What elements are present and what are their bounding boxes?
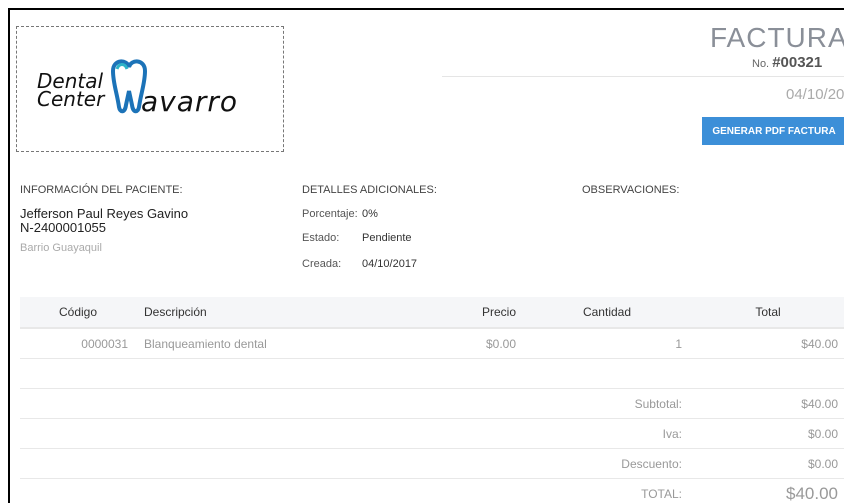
logo-text-center: Center [37, 87, 105, 111]
column-header-code: Código [20, 297, 136, 329]
total-value: $40.00 [786, 483, 838, 503]
observations-heading: OBSERVACIONES: [582, 184, 680, 196]
status-label: Estado: [302, 232, 340, 244]
invoice-number-prefix: No. [752, 58, 770, 70]
logo-container: Dental Center avarro [16, 26, 284, 152]
generate-pdf-button[interactable]: GENERAR PDF FACTURA [702, 117, 844, 145]
column-header-quantity: Cantidad [524, 297, 690, 329]
subtotal-value: $40.00 [690, 388, 844, 419]
discount-row: Descuento: $0.00 [20, 448, 844, 479]
iva-row: Iva: $0.00 [20, 418, 844, 449]
percent-label: Porcentaje: [302, 208, 358, 220]
created-value: 04/10/2017 [362, 258, 418, 270]
iva-label: Iva: [524, 418, 690, 449]
column-header-description: Descripción [136, 297, 388, 329]
subtotal-row: Subtotal: $40.00 [20, 388, 844, 419]
created-label: Creada: [302, 258, 342, 270]
total-row: TOTAL: $40.00 [20, 479, 844, 503]
invoice-number-value: #00321 [772, 54, 823, 71]
item-price: $0.00 [388, 328, 524, 359]
table-row: 0000031 Blanqueamiento dental $0.00 1 $4… [20, 328, 844, 359]
invoice-items-table: Código Descripción Precio Cantidad Total… [20, 297, 844, 503]
iva-value: $0.00 [690, 418, 844, 449]
item-quantity: 1 [524, 328, 690, 359]
total-label: TOTAL: [641, 486, 682, 501]
patient-id: N-2400001055 [20, 220, 107, 235]
percent-value: 0% [362, 208, 378, 220]
column-header-total: Total [690, 297, 844, 329]
patient-address: Barrio Guayaquil [20, 242, 102, 254]
invoice-page: Dental Center avarro FACTURA No. #00321 … [8, 8, 844, 503]
patient-info-heading: INFORMACIÓN DEL PACIENTE: [20, 184, 183, 196]
item-description: Blanqueamiento dental [136, 328, 388, 359]
clinic-logo: Dental Center avarro [37, 57, 277, 127]
column-header-price: Precio [388, 297, 524, 329]
empty-row [20, 358, 844, 389]
discount-value: $0.00 [690, 448, 844, 479]
header-divider [442, 76, 844, 77]
invoice-date: 04/10/2017 [786, 86, 844, 103]
item-code: 0000031 [20, 328, 136, 359]
invoice-title: FACTURA [710, 22, 844, 53]
logo-text-navarro: avarro [141, 85, 239, 118]
item-total: $40.00 [690, 328, 844, 359]
discount-label: Descuento: [524, 448, 690, 479]
subtotal-label: Subtotal: [524, 388, 690, 419]
status-value: Pendiente [362, 232, 412, 244]
invoice-number: No. #00321 [752, 54, 822, 71]
table-header-row: Código Descripción Precio Cantidad Total [20, 297, 844, 329]
additional-details-heading: DETALLES ADICIONALES: [302, 184, 437, 196]
patient-name: Jefferson Paul Reyes Gavino [20, 206, 189, 221]
